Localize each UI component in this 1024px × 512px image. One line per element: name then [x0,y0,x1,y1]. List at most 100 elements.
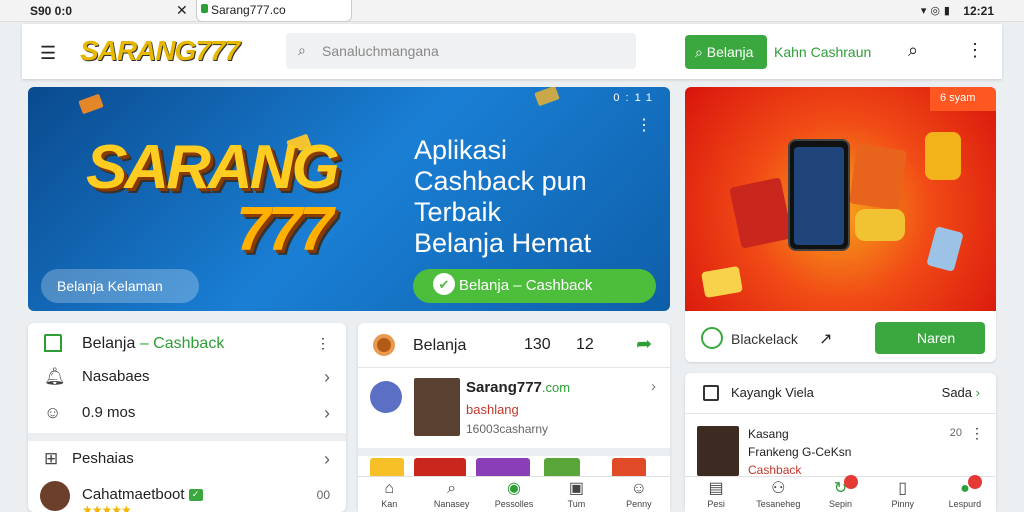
hero-headline-line: Terbaik [414,197,502,228]
product-thumbnail[interactable] [414,378,460,436]
product-strip-image [612,458,646,478]
phone-image [788,139,850,251]
list-item-label: Peshaias [72,450,134,467]
snack-card-image [926,226,964,272]
notification-badge-icon [843,475,858,489]
cashback-link[interactable]: Kahn Cashraun [774,44,871,60]
chevron-right-icon: › [324,449,330,469]
search-icon: ⌕ [447,480,457,497]
nav-item-label: Pesi [707,499,725,509]
nav-item-label: Pessolles [494,499,534,509]
divider [28,433,346,441]
chevron-right-icon[interactable]: › [651,378,656,395]
belanja-cashback-card: Belanja – Cashback ⋮ 🔔︎ Nasabaes › ☺ 0.9… [28,323,346,512]
divider [358,448,670,456]
see-more-link[interactable]: Sada › [942,385,980,400]
snack-bag-image [849,143,907,211]
more-vert-icon[interactable]: ⋮ [966,40,984,61]
list-item-label: Cahatmaetboot ✓ [82,486,203,503]
card-title-text: Belanja [82,335,136,352]
bottom-navigation: ⌂ Kan ⌕ Nanasey ◉ Pessolles ▣ Tum ☺ Penn… [358,476,670,512]
nav-item-gift[interactable]: ◉ Pessolles [483,477,545,512]
list-item[interactable]: Cahatmaetboot ✓ 00 [28,477,346,512]
nav-item-people[interactable]: ⚇ Tesaneheg [747,477,809,512]
search-icon: ⌕ [695,44,703,60]
product-title[interactable]: Sarang777.com [466,379,570,396]
more-vert-icon[interactable]: ⋮ [316,335,330,352]
nav-item-profile[interactable]: ☺ Penny [608,477,670,512]
promo-footer: Blackelack ↗ Naren [685,311,996,362]
search-icon[interactable]: ⌕ [908,40,918,61]
product-subtitle: bashlang [466,402,519,417]
hero-logo-line2: 777 [236,195,333,264]
list-item-text: Cahatmaetboot [82,486,185,503]
nav-item-refresh[interactable]: ↻ Sepin [809,475,871,512]
globe-icon [701,327,723,349]
nav-item-label: Nanasey [433,499,470,509]
url-tab[interactable]: Sarang777.co [196,0,352,22]
snack-card-image [701,265,743,299]
nav-item-search[interactable]: ⌕ Nanasey [420,477,482,512]
close-icon[interactable]: ✕ [176,2,188,19]
product-strip-image [544,458,580,478]
search-placeholder: Sanaluchmangana [322,43,439,59]
coin-decoration [534,87,560,107]
store-icon [370,381,402,413]
hero-cta-button[interactable]: ✔ Belanja – Cashback [413,269,656,303]
status-bar: S90 0:0 ✕ Sarang777.co ▾◎▮ 12:21 [0,0,1024,22]
menu-icon[interactable]: ☰ [40,43,56,64]
nav-item-document[interactable]: ▤ Pesi [685,477,747,512]
nav-item-tablet[interactable]: ▣ Tum [545,477,607,512]
product-strip-image [414,458,466,478]
status-time: 12:21 [963,4,994,18]
promo-badge: 6 syam [930,87,996,111]
phone-icon: ▯ [898,480,908,497]
nav-item-chat[interactable]: ● Lespurd [934,475,996,512]
search-input[interactable]: ⌕ Sanaluchmangana [286,33,636,69]
lock-icon [201,4,208,13]
hero-pill-button[interactable]: Belanja Kelaman [41,269,199,303]
bottom-navigation: ▤ Pesi ⚇ Tesaneheg ↻ Sepin ▯ Pinny ● Les… [685,475,996,512]
hero-logo: SARANG 777 [86,137,340,264]
nav-item-label: Penny [626,499,652,509]
nav-item-label: Sepin [828,499,853,509]
app-logo[interactable]: SARANG777 [80,35,240,67]
bell-icon: 🔔︎ [44,367,66,386]
product-domain: .com [541,380,571,395]
promo-banner[interactable]: 6 syam [685,87,996,311]
snack-jar-image [925,132,961,180]
chat-icon: ● [960,480,970,497]
hero-cta-label: Belanja – Cashback [459,277,593,294]
hero-logo-line1: SARANG [86,133,340,202]
share-icon[interactable]: ↗ [819,329,832,349]
promo-footer-button[interactable]: Naren [875,322,985,354]
product-line: Frankeng G-CeKsn [748,445,852,459]
belanja-button[interactable]: ⌕ Belanja [685,35,767,69]
list-item[interactable]: ⊞ Peshaias › [28,441,346,477]
nav-item-label: Tesaneheg [756,499,801,509]
hero-banner[interactable]: 0:11 ⋮ SARANG 777 Aplikasi Cashback pun … [28,87,670,311]
share-arrow-icon[interactable]: ➦ [636,333,652,356]
nav-item-label: Kan [381,499,398,509]
hero-headline-line: Cashback pun [414,166,587,197]
list-item[interactable]: 🔔︎ Nasabaes › [28,359,346,395]
nav-item-home[interactable]: ⌂ Kan [358,477,420,512]
product-line: Kasang [748,427,789,441]
coin-decoration [78,93,104,115]
nav-item-label: Tum [567,499,586,509]
notification-badge-icon [968,475,983,489]
tablet-icon: ▣ [568,480,584,497]
chevron-right-icon: › [324,367,330,387]
product-thumbnail[interactable] [697,426,739,476]
nav-item-phone[interactable]: ▯ Pinny [872,477,934,512]
hero-headline: Aplikasi Cashback pun Terbaik Belanja He… [414,135,591,259]
card-title: Kayangk Viela [731,385,814,400]
more-vert-icon[interactable]: ⋮ [970,425,984,442]
rating-stars-icon: ★★★★★ [82,503,132,512]
system-icons: ▾◎▮ [920,5,954,17]
list-item[interactable]: ☺ 0.9 mos › [28,395,346,431]
home-icon [44,334,62,352]
count-value: 12 [576,336,594,353]
check-icon: ✔ [433,273,455,295]
more-vert-icon[interactable]: ⋮ [636,115,652,135]
